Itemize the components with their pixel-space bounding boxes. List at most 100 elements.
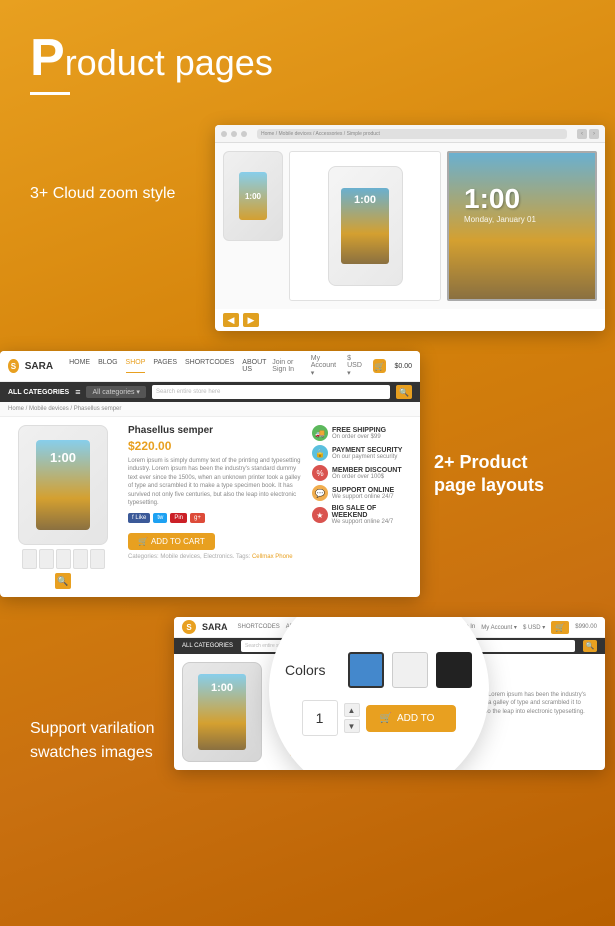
product-phone-screen: 1:00 bbox=[36, 440, 90, 530]
product-services-col: 🚚 FREE SHIPPING On order over $99 🔒 PAYM… bbox=[312, 425, 412, 589]
nav-home[interactable]: HOME bbox=[69, 359, 90, 373]
thumb-1[interactable] bbox=[22, 549, 37, 569]
phone-screen-main: 1:00 bbox=[341, 188, 389, 264]
service-payment: 🔒 PAYMENT SECURITY On our payment securi… bbox=[312, 445, 412, 461]
facebook-share[interactable]: f Like bbox=[128, 513, 150, 523]
cart-total: $0.00 bbox=[394, 363, 412, 370]
section-product-layouts: S SARA HOME BLOG SHOP PAGES SHORTCODES A… bbox=[0, 341, 615, 607]
nav-about[interactable]: ABOUT US bbox=[242, 359, 266, 373]
section-cloud-zoom: 3+ Cloud zoom style Home / Mobile device… bbox=[0, 115, 615, 341]
product-breadcrumb: Home / Mobile devices / Phasellus semper bbox=[0, 402, 420, 417]
section-variable-product: Support varilation swatches images S SAR… bbox=[0, 607, 615, 770]
url-bar: Home / Mobile devices / Accessories / Si… bbox=[257, 129, 567, 139]
var-phone-image: 1:00 bbox=[182, 662, 262, 762]
phone-thumb-1: 1:00 bbox=[223, 151, 283, 241]
quantity-down[interactable]: ▼ bbox=[344, 719, 360, 733]
browser-dot-3 bbox=[241, 131, 247, 137]
color-swatch-blue[interactable] bbox=[348, 652, 384, 688]
product-image-col: 1:00 🔍 bbox=[8, 425, 118, 589]
product-price: $220.00 bbox=[128, 439, 302, 453]
browser-dot-2 bbox=[231, 131, 237, 137]
colors-row: Colors bbox=[285, 652, 472, 688]
product-layouts-row: S SARA HOME BLOG SHOP PAGES SHORTCODES A… bbox=[0, 351, 615, 597]
zoom-prev[interactable]: ◀ bbox=[223, 313, 239, 327]
var-logo-icon: S bbox=[182, 620, 196, 634]
service-free-shipping: 🚚 FREE SHIPPING On order over $99 bbox=[312, 425, 412, 441]
sara-logo-icon: S bbox=[8, 359, 19, 373]
sale-icon: ★ bbox=[312, 507, 328, 523]
color-swatch-white[interactable] bbox=[392, 652, 428, 688]
categories-bar: ALL CATEGORIES ≡ All categories ▾ Search… bbox=[0, 382, 420, 402]
payment-icon: 🔒 bbox=[312, 445, 328, 461]
browser-dot-1 bbox=[221, 131, 227, 137]
cat-dropdown[interactable]: All categories ▾ bbox=[86, 386, 145, 398]
product-thumbnails bbox=[22, 549, 105, 569]
screenshot-variable-product: S SARA SHORTCODES ABOUT US Join or Sign … bbox=[174, 617, 605, 770]
page-title: Product pages bbox=[30, 32, 585, 84]
bottom-spacer bbox=[0, 770, 615, 830]
shipping-icon: 🚚 bbox=[312, 425, 328, 441]
nav-shop[interactable]: SHOP bbox=[126, 359, 146, 373]
sign-in-link[interactable]: Join or Sign In bbox=[272, 359, 302, 373]
product-layouts-label: 2+ Product page layouts bbox=[434, 451, 572, 498]
main-product-image: 1:00 bbox=[289, 151, 441, 301]
product-info-col: Phasellus semper $220.00 Lorem ipsum is … bbox=[128, 425, 302, 589]
thumb-3[interactable] bbox=[56, 549, 71, 569]
product-description: Lorem ipsum is simply dummy text of the … bbox=[128, 457, 302, 507]
variable-label-col: Support varilation swatches images bbox=[30, 617, 160, 765]
browser-toolbar: Home / Mobile devices / Accessories / Si… bbox=[215, 125, 605, 143]
thumb-4[interactable] bbox=[73, 549, 88, 569]
thumb-5[interactable] bbox=[90, 549, 105, 569]
variable-label: Support varilation swatches images bbox=[30, 717, 160, 765]
zoom-next[interactable]: ▶ bbox=[243, 313, 259, 327]
social-share-buttons: f Like tw Pin g+ bbox=[128, 513, 302, 523]
var-logo-text: SARA bbox=[202, 622, 228, 632]
all-categories-label[interactable]: ALL CATEGORIES bbox=[8, 389, 69, 396]
add-to-cart-button[interactable]: 🛒 ADD TO CART bbox=[128, 533, 215, 550]
zoom-nav-arrows: ◀ ▶ bbox=[215, 309, 605, 331]
support-icon: 💬 bbox=[312, 485, 328, 501]
zoom-popup: 1:00 Monday, January 01 bbox=[447, 151, 597, 301]
color-swatch-black[interactable] bbox=[436, 652, 472, 688]
product-title: Phasellus semper bbox=[128, 425, 302, 436]
product-main-image: 1:00 bbox=[18, 425, 108, 545]
swatches-circle-overlay: Colors 1 ▲ ▼ 🛒 ADD TO bbox=[269, 617, 489, 770]
search-input[interactable]: Search entire store here bbox=[152, 385, 390, 399]
nav-pages[interactable]: PAGES bbox=[153, 359, 177, 373]
search-button[interactable]: 🔍 bbox=[396, 385, 412, 399]
zoom-date: Monday, January 01 bbox=[449, 215, 595, 224]
nav-arrows: ‹ › bbox=[577, 129, 599, 139]
gplus-share[interactable]: g+ bbox=[190, 513, 205, 523]
quantity-arrows: ▲ ▼ bbox=[344, 703, 360, 733]
categories-icon[interactable]: ≡ bbox=[75, 387, 80, 397]
sara-logo-text: SARA bbox=[25, 361, 53, 372]
thumb-2[interactable] bbox=[39, 549, 54, 569]
title-underline bbox=[30, 92, 70, 95]
cart-icon[interactable]: 🛒 bbox=[373, 359, 387, 373]
add-to-cart-circle-button[interactable]: 🛒 ADD TO bbox=[366, 705, 456, 732]
sara-nav-links: HOME BLOG SHOP PAGES SHORTCODES ABOUT US bbox=[69, 359, 266, 373]
quantity-input[interactable]: 1 bbox=[302, 700, 338, 736]
my-account-link[interactable]: My Account ▾ bbox=[311, 355, 339, 377]
var-phone-screen: 1:00 bbox=[198, 674, 246, 750]
categories-tag: Categories: Mobile devices, Electronics.… bbox=[128, 554, 302, 560]
twitter-share[interactable]: tw bbox=[153, 513, 167, 523]
nav-shortcodes[interactable]: SHORTCODES bbox=[185, 359, 234, 373]
currency-selector[interactable]: $ USD ▾ bbox=[347, 355, 365, 377]
pinterest-share[interactable]: Pin bbox=[170, 513, 187, 523]
nav-forward: › bbox=[589, 129, 599, 139]
sara-nav-right: Join or Sign In My Account ▾ $ USD ▾ 🛒 $… bbox=[272, 355, 412, 377]
quantity-row: 1 ▲ ▼ 🛒 ADD TO bbox=[302, 700, 456, 736]
var-cart-icon[interactable]: 🛒 bbox=[551, 621, 569, 634]
var-search-button[interactable]: 🔍 bbox=[583, 640, 597, 652]
service-sale: ★ BIG SALE OF WEEKEND We support online … bbox=[312, 505, 412, 525]
screenshot-product-layout: S SARA HOME BLOG SHOP PAGES SHORTCODES A… bbox=[0, 351, 420, 597]
phone-main: 1:00 bbox=[328, 166, 403, 286]
service-discount: % MEMBER DISCOUNT On order over 100$ bbox=[312, 465, 412, 481]
cloud-zoom-label-col: 3+ Cloud zoom style bbox=[30, 125, 175, 203]
zoom-trigger-button[interactable]: 🔍 bbox=[55, 573, 71, 589]
product-detail: 1:00 🔍 Phasellus semper $220.00 Lo bbox=[0, 417, 420, 597]
nav-blog[interactable]: BLOG bbox=[98, 359, 117, 373]
zoom-main-content: 1:00 1:00 1:00 Monday, January 01 bbox=[215, 143, 605, 309]
quantity-up[interactable]: ▲ bbox=[344, 703, 360, 717]
